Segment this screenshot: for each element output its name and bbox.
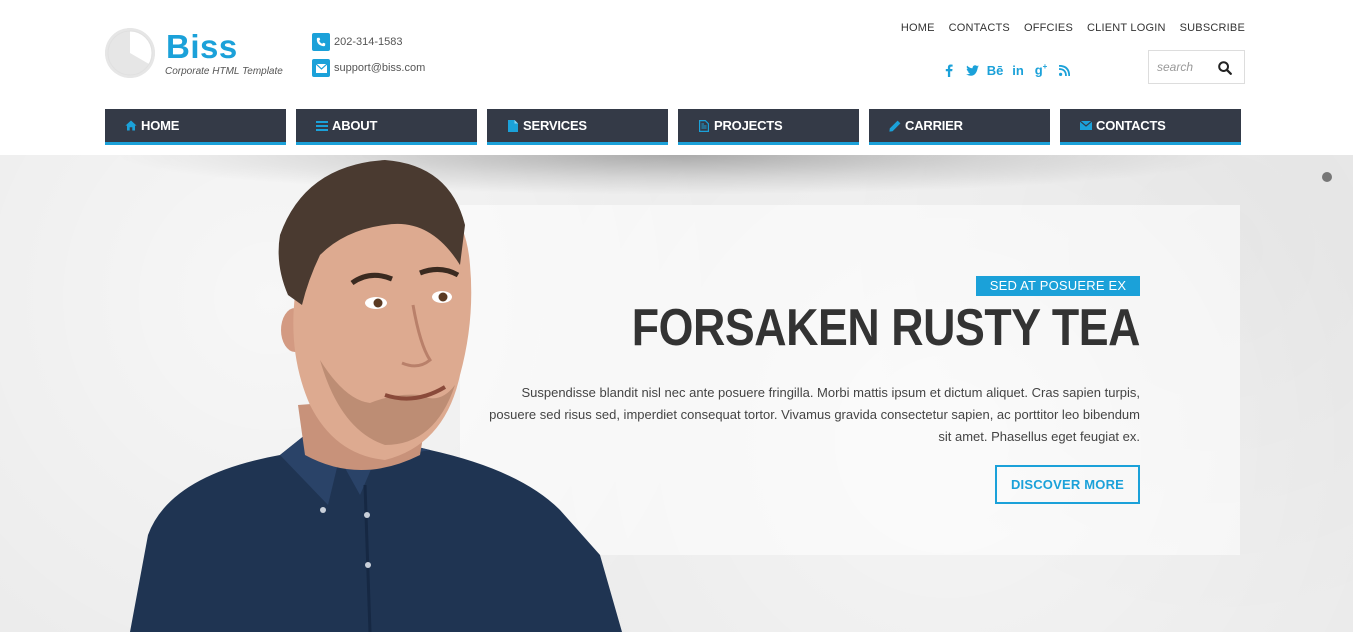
behance-icon[interactable]: Bē xyxy=(984,61,1006,79)
main-nav-contacts[interactable]: CONTACTS xyxy=(1060,109,1241,145)
main-nav-about[interactable]: ABOUT xyxy=(296,109,477,145)
search-icon[interactable] xyxy=(1218,61,1232,75)
top-nav-subscribe[interactable]: SUBSCRIBE xyxy=(1180,22,1245,34)
top-nav-home[interactable]: HOME xyxy=(901,22,935,34)
menu-icon xyxy=(316,120,328,132)
social-links: Bē in g+ xyxy=(938,61,1076,79)
discover-more-button[interactable]: DISCOVER MORE xyxy=(995,465,1140,504)
main-nav-home[interactable]: HOME xyxy=(105,109,286,145)
main-nav-label: CONTACTS xyxy=(1096,118,1166,133)
phone-number: 202-314-1583 xyxy=(334,36,403,48)
linkedin-icon[interactable]: in xyxy=(1007,61,1029,79)
google-plus-icon[interactable]: g+ xyxy=(1030,61,1052,79)
search-box xyxy=(1148,50,1245,84)
hero-description: Suspendisse blandit nisl nec ante posuer… xyxy=(489,385,1140,444)
brand-tagline: Corporate HTML Template xyxy=(165,66,283,77)
logo-pie-icon xyxy=(105,28,155,78)
pencil-icon xyxy=(889,120,901,132)
brand-name: Biss xyxy=(166,28,238,65)
main-nav-services[interactable]: SERVICES xyxy=(487,109,668,145)
email-address[interactable]: support@biss.com xyxy=(334,62,425,74)
top-nav-contacts[interactable]: CONTACTS xyxy=(949,22,1010,34)
main-nav-carrier[interactable]: CARRIER xyxy=(869,109,1050,145)
file-icon xyxy=(507,119,519,132)
hero-slider: SED AT POSUERE EX FORSAKEN RUSTY TEA Sus… xyxy=(0,155,1353,632)
top-nav-client-login[interactable]: CLIENT LOGIN xyxy=(1087,22,1166,34)
site-header: Biss Corporate HTML Template 202-314-158… xyxy=(0,0,1353,155)
main-nav-label: HOME xyxy=(141,118,180,133)
facebook-icon[interactable] xyxy=(938,61,960,79)
top-nav: HOME CONTACTS OFFCIES CLIENT LOGIN SUBSC… xyxy=(887,22,1245,34)
envelope-icon xyxy=(1080,120,1092,132)
main-nav: HOME ABOUT SERVICES PROJECTS CARRIER CON… xyxy=(105,109,1241,145)
twitter-icon[interactable] xyxy=(961,61,983,79)
main-nav-label: PROJECTS xyxy=(714,118,783,133)
main-nav-label: ABOUT xyxy=(332,118,378,133)
top-nav-offices[interactable]: OFFCIES xyxy=(1024,22,1073,34)
main-nav-label: CARRIER xyxy=(905,118,963,133)
document-icon xyxy=(698,119,710,132)
main-nav-label: SERVICES xyxy=(523,118,587,133)
search-input[interactable] xyxy=(1157,58,1215,76)
contact-phone: 202-314-1583 xyxy=(312,33,403,51)
main-nav-projects[interactable]: PROJECTS xyxy=(678,109,859,145)
hero-title: FORSAKEN RUSTY TEA xyxy=(631,299,1141,357)
home-icon xyxy=(125,120,137,132)
contact-email: support@biss.com xyxy=(312,59,425,77)
slider-dot[interactable] xyxy=(1322,172,1332,182)
brand-logo[interactable]: Biss Corporate HTML Template xyxy=(105,28,295,80)
phone-icon xyxy=(312,33,330,51)
hero-label: SED AT POSUERE EX xyxy=(976,276,1140,296)
rss-icon[interactable] xyxy=(1053,61,1075,79)
envelope-icon xyxy=(312,59,330,77)
